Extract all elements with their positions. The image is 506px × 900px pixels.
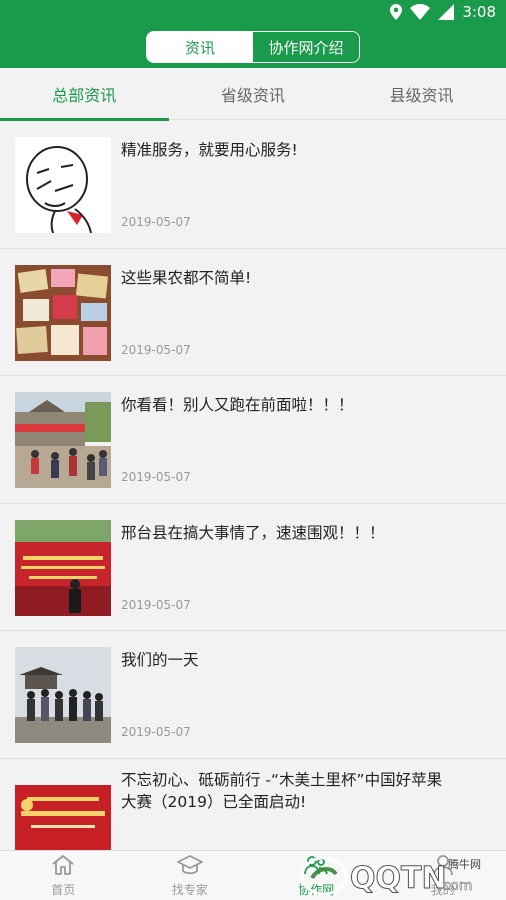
news-item[interactable]: 这些果农都不简单! 2019-05-07: [0, 249, 506, 376]
news-item[interactable]: 你看看！别人又跑在前面啦！！！ 2019-05-07: [0, 376, 506, 504]
news-title: 我们的一天: [121, 651, 199, 669]
segment-news[interactable]: 资讯: [147, 32, 253, 62]
news-title: 这些果农都不简单!: [121, 268, 252, 287]
news-title: 精准服务，就要用心服务!: [121, 141, 298, 159]
home-icon: [51, 854, 75, 879]
wifi-icon: [410, 4, 431, 20]
nav-home-label: 首页: [51, 883, 76, 897]
news-date: 2019-05-07: [121, 725, 191, 739]
location-icon: [390, 4, 403, 20]
sub-tabs: 总部资讯 省级资讯 县级资讯: [0, 68, 506, 121]
news-date: 2019-05-07: [121, 342, 191, 357]
news-title: 不忘初心、砥砺前行 -“木美土里杯”中国好苹果大赛（2019）已全面启动!: [121, 770, 443, 811]
status-time: 3:08: [462, 3, 496, 21]
news-date: 2019-05-07: [121, 597, 191, 612]
tab-county-news[interactable]: 县级资讯: [337, 68, 506, 120]
watermark-logo: QQTN .com 腾牛网: [298, 848, 498, 898]
news-item[interactable]: 邢台县在搞大事情了，速速围观！！！ 2019-05-07: [0, 504, 506, 631]
segmented-control: 资讯 协作网介绍: [146, 31, 360, 63]
news-thumbnail: [15, 784, 111, 850]
tab-provincial-news[interactable]: 省级资讯: [169, 68, 338, 120]
news-thumbnail: [15, 519, 111, 616]
graduation-cap-icon: [176, 854, 203, 879]
news-item[interactable]: 不忘初心、砥砺前行 -“木美土里杯”中国好苹果大赛（2019）已全面启动!: [0, 759, 506, 850]
news-date: 2019-05-07: [121, 470, 191, 484]
news-date: 2019-05-07: [121, 215, 191, 229]
segment-network-intro[interactable]: 协作网介绍: [253, 32, 359, 62]
news-thumbnail: [15, 392, 111, 488]
news-title: 邢台县在搞大事情了，速速围观！！！: [121, 523, 385, 542]
nav-find-expert-label: 找专家: [171, 883, 208, 897]
status-icons: 3:08: [390, 3, 496, 21]
news-thumbnail: [15, 647, 111, 743]
news-title: 你看看！别人又跑在前面啦！！！: [121, 396, 354, 414]
news-list: 精准服务，就要用心服务! 2019-05-07 这些果农都不简单! 2019-0…: [0, 121, 506, 850]
nav-home[interactable]: 首页: [0, 851, 127, 900]
svg-text:腾牛网: 腾牛网: [448, 857, 481, 871]
news-thumbnail: [15, 137, 111, 233]
svg-text:QQTN: QQTN: [350, 861, 447, 896]
news-item[interactable]: 精准服务，就要用心服务! 2019-05-07: [0, 121, 506, 249]
news-item[interactable]: 我们的一天 2019-05-07: [0, 631, 506, 759]
header: 资讯 协作网介绍: [0, 26, 506, 68]
nav-find-expert[interactable]: 找专家: [127, 851, 254, 900]
tab-headquarters-news[interactable]: 总部资讯: [0, 68, 169, 121]
status-bar: 3:08: [0, 0, 506, 26]
news-thumbnail: [15, 264, 111, 361]
signal-icon: [438, 4, 455, 20]
svg-text:.com: .com: [438, 878, 472, 894]
